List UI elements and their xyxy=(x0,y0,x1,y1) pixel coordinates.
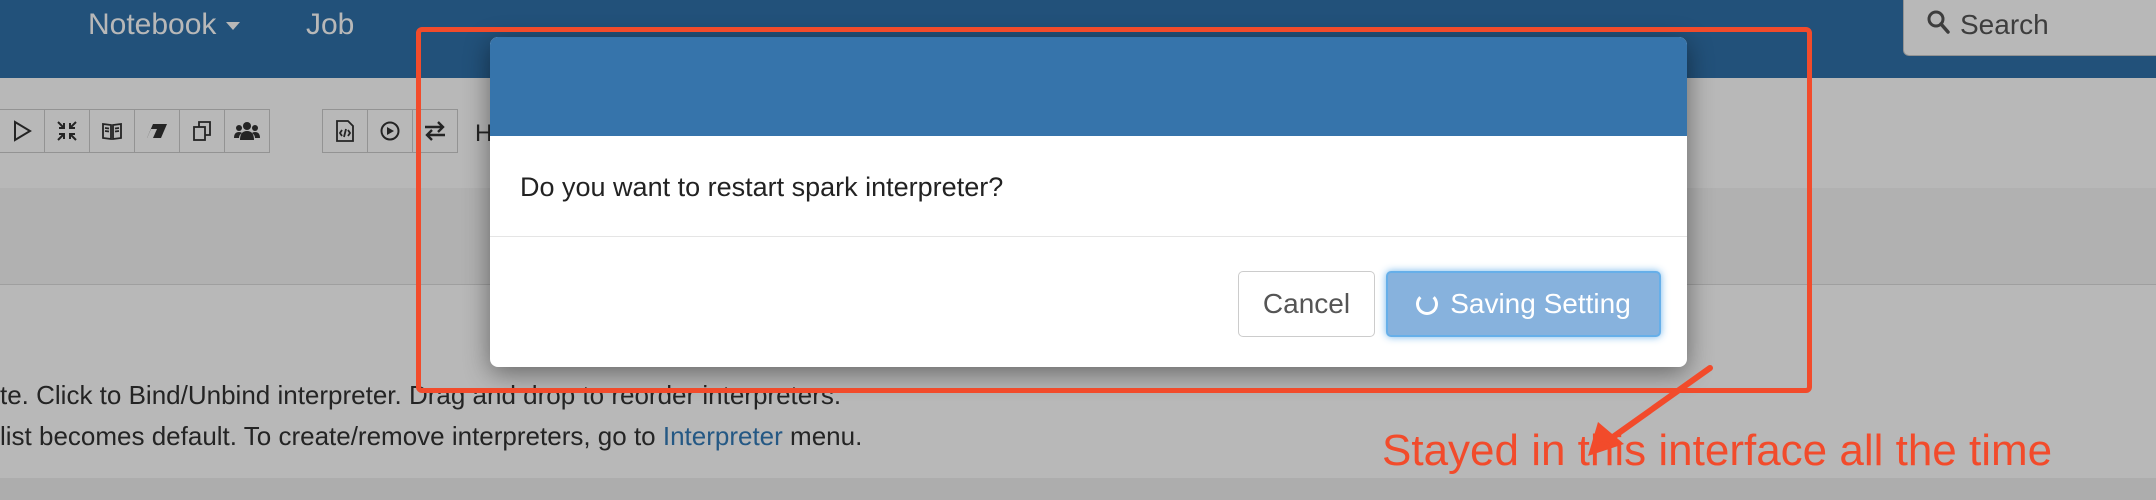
annotation-text: Stayed in this interface all the time xyxy=(1382,426,2053,475)
annotation-highlight-box xyxy=(416,27,1812,393)
